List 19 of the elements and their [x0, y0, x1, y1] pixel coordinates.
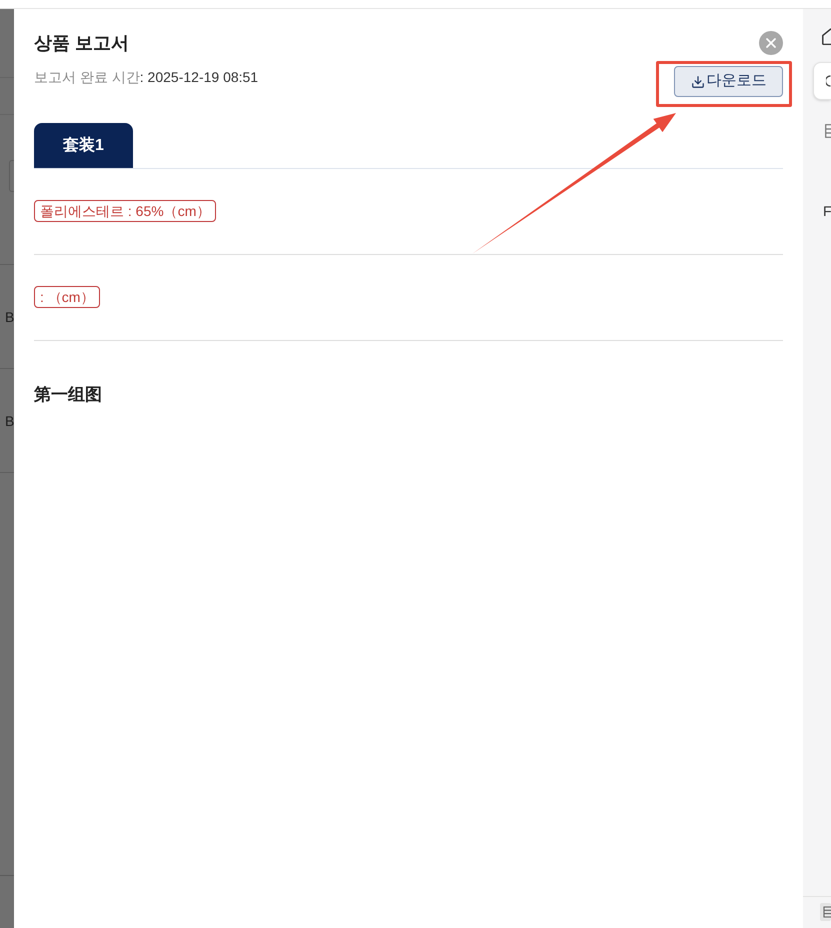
list-icon: [825, 124, 831, 138]
dialog-title: 상품 보고서: [34, 32, 130, 55]
background-text: F: [823, 203, 831, 219]
tab[interactable]: 套装1: [34, 123, 133, 168]
material-tag: 폴리에스테르 : 65%（cm）: [34, 200, 216, 222]
search-field[interactable]: [813, 62, 831, 100]
search-icon: [826, 75, 831, 87]
background-text: B: [5, 308, 14, 324]
document-icon: [820, 903, 831, 921]
background-text: B: [5, 412, 14, 428]
section-heading: 第一组图: [34, 385, 102, 404]
close-button[interactable]: [759, 31, 783, 55]
completed-label: 보고서 완료 시간: [34, 68, 140, 87]
material-tag: : （cm）: [34, 286, 100, 308]
home-icon: [822, 28, 831, 45]
close-icon: [763, 35, 779, 51]
download-button[interactable]: 다운로드: [674, 66, 783, 97]
completed-time: : 2025-12-19 08:51: [140, 68, 258, 87]
download-icon: [690, 74, 704, 88]
